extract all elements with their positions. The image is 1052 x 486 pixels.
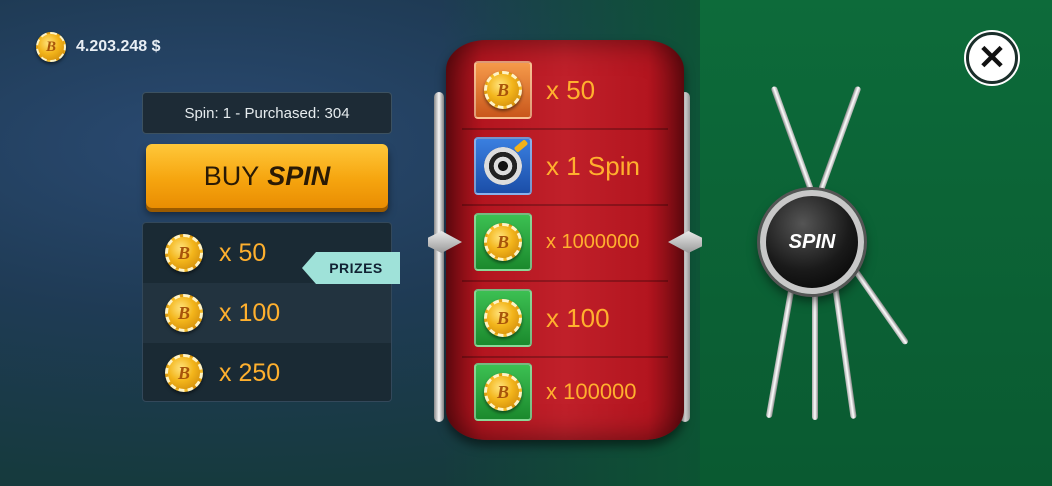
list-item: B x 100 <box>143 283 391 343</box>
coin-icon: B <box>484 223 522 261</box>
coin-icon: B <box>165 354 203 392</box>
spin-info: Spin: 1 - Purchased: 304 <box>142 92 392 134</box>
divider <box>462 280 668 282</box>
prize-tile: B <box>474 213 532 271</box>
wheel-item: B x 100 <box>474 280 664 356</box>
buy-label: BUY <box>203 160 260 191</box>
wheel-item-label: x 100000 <box>546 379 637 404</box>
balance-amount: 4.203.248 $ <box>76 38 161 55</box>
balance: B 4.203.248 $ <box>36 32 161 62</box>
wheel-item-label: x 1000000 <box>546 230 640 253</box>
wheel-item: B x 50 <box>474 52 664 128</box>
wheel-item-label: x 50 <box>546 74 596 105</box>
target-icon <box>484 147 522 185</box>
prize-label: x 250 <box>219 358 281 387</box>
coin-icon: B <box>36 32 66 62</box>
wheel-rail-left <box>434 92 444 422</box>
wheel-item-label: x 100 <box>546 302 610 333</box>
prize-tile: B <box>474 363 532 421</box>
prize-tile: B <box>474 289 532 347</box>
prize-tile <box>474 137 532 195</box>
close-icon: ✕ <box>977 39 1007 77</box>
spider-leg <box>812 290 818 420</box>
divider <box>462 204 668 206</box>
wheel-item-label: x 1 Spin <box>546 150 640 181</box>
prize-label: x 100 <box>219 298 281 327</box>
prizes-tag: PRIZES <box>302 252 400 284</box>
buy-spin-button[interactable]: BUY SPIN <box>146 144 388 208</box>
spin-button[interactable]: SPIN <box>760 190 864 294</box>
coin-icon: B <box>165 234 203 272</box>
coin-icon: B <box>484 299 522 337</box>
prize-list: B x 50 B x 100 B x 250 <box>142 222 392 402</box>
wheel-item: B x 100000 <box>474 354 664 430</box>
spin-label: SPIN <box>267 160 331 191</box>
prize-label: x 50 <box>219 238 267 267</box>
coin-icon: B <box>484 71 522 109</box>
prize-tile: B <box>474 61 532 119</box>
prize-wheel: B x 50 x 1 Spin B x 1000000 B x 100 B x … <box>446 40 684 440</box>
divider <box>462 356 668 358</box>
coin-icon: B <box>484 373 522 411</box>
wheel-item: x 1 Spin <box>474 128 664 204</box>
wheel-item: B x 1000000 <box>474 204 664 280</box>
divider <box>462 128 668 130</box>
close-button[interactable]: ✕ <box>966 32 1018 84</box>
coin-icon: B <box>165 294 203 332</box>
list-item: B x 250 <box>143 343 391 401</box>
